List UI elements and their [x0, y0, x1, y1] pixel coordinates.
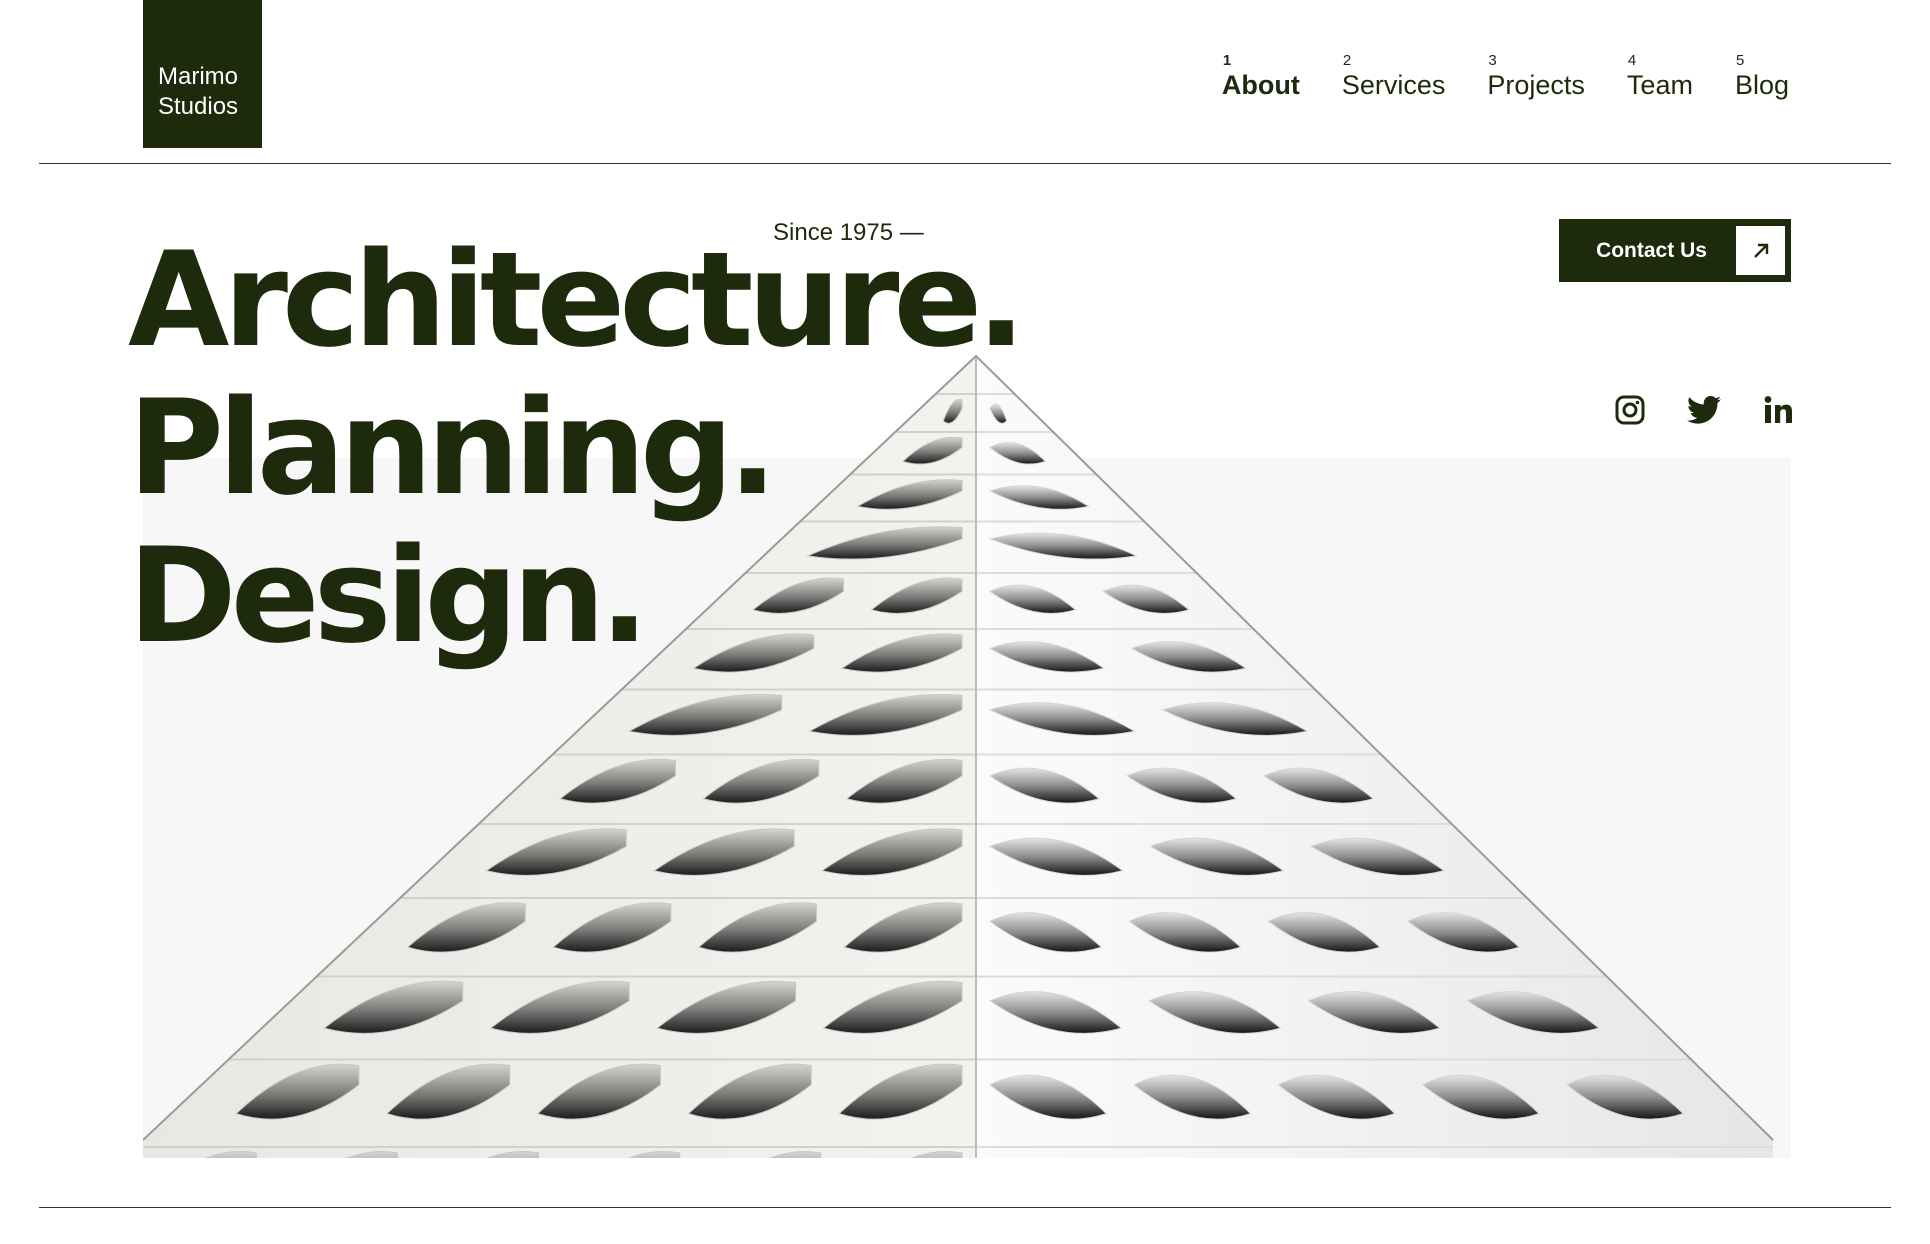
- nav-item-number: 5: [1735, 52, 1745, 69]
- nav-item-number: 3: [1488, 52, 1497, 69]
- nav-item-label: Projects: [1487, 70, 1585, 100]
- page: Marimo Studios 1 About 2 Services 3 Proj…: [0, 0, 1930, 1244]
- nav-item-team[interactable]: 4 Team: [1627, 52, 1693, 100]
- main-nav: 1 About 2 Services 3 Projects 4 Team 5 B…: [1222, 52, 1789, 100]
- arrow-up-right-icon: [1736, 226, 1785, 275]
- nav-item-services[interactable]: 2 Services: [1342, 52, 1446, 100]
- nav-item-blog[interactable]: 5 Blog: [1735, 52, 1789, 100]
- nav-item-number: 2: [1342, 52, 1352, 69]
- contact-us-button[interactable]: Contact Us: [1559, 219, 1791, 282]
- brand-line-1: Marimo: [158, 63, 239, 90]
- nav-item-label: About: [1221, 70, 1300, 100]
- headline-line-1: Architecture.: [128, 223, 1026, 376]
- nav-item-label: Team: [1626, 70, 1693, 100]
- brand-line-2: Studios: [158, 93, 239, 120]
- headline-line-3: Design.: [128, 519, 649, 672]
- footer-divider: [39, 1207, 1891, 1208]
- headline-line-2: Planning.: [128, 371, 778, 524]
- nav-item-about[interactable]: 1 About: [1222, 52, 1300, 100]
- nav-item-number: 1: [1222, 52, 1232, 69]
- nav-item-label: Blog: [1734, 70, 1789, 100]
- hero-headline: Architecture. Planning. Design.: [128, 223, 1026, 672]
- contact-us-label: Contact Us: [1596, 238, 1707, 262]
- nav-item-label: Services: [1341, 70, 1446, 100]
- nav-item-number: 4: [1627, 52, 1637, 69]
- header-divider: [39, 163, 1891, 164]
- nav-item-projects[interactable]: 3 Projects: [1487, 52, 1585, 100]
- brand-logo[interactable]: Marimo Studios: [143, 0, 262, 148]
